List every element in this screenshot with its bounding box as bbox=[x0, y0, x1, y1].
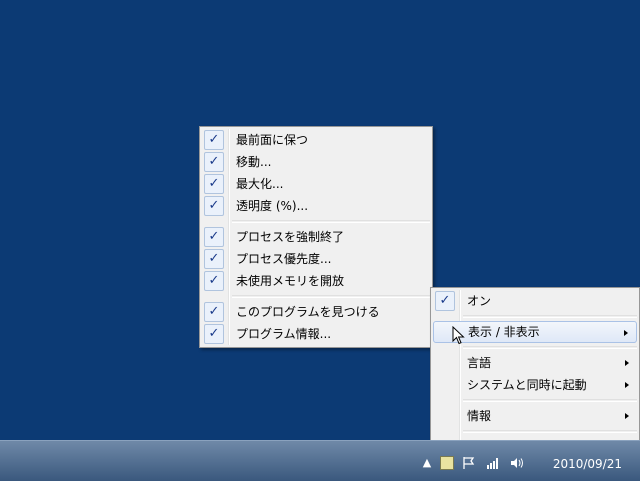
check-icon: ✓ bbox=[204, 271, 224, 291]
menu-item-find-program[interactable]: ✓ このプログラムを見つける bbox=[202, 301, 430, 323]
tray-menu-item-on[interactable]: ✓ オン bbox=[433, 290, 637, 312]
menu-item-maximize[interactable]: ✓ 最大化... bbox=[202, 173, 430, 195]
menu-item-label: 表示 / 非表示 bbox=[468, 325, 540, 339]
menu-item-label: 透明度 (%)... bbox=[236, 199, 309, 213]
menu-separator bbox=[232, 220, 430, 223]
check-icon: ✓ bbox=[435, 291, 455, 311]
menu-item-label: 最前面に保つ bbox=[236, 133, 309, 147]
menu-item-process-priority[interactable]: ✓ プロセス優先度... bbox=[202, 248, 430, 270]
action-center-flag-icon[interactable] bbox=[462, 456, 476, 470]
menu-separator bbox=[463, 399, 637, 402]
check-icon: ✓ bbox=[204, 130, 224, 150]
menu-item-label: 情報 bbox=[467, 409, 492, 423]
tray-menu-item-startup[interactable]: システムと同時に起動 bbox=[433, 374, 637, 396]
show-hidden-icon[interactable]: ▲ bbox=[420, 456, 434, 470]
menu-item-label: このプログラムを見つける bbox=[236, 305, 380, 319]
check-icon: ✓ bbox=[204, 196, 224, 216]
volume-icon[interactable] bbox=[510, 456, 524, 470]
menu-separator bbox=[232, 295, 430, 298]
menu-item-program-info[interactable]: ✓ プログラム情報... bbox=[202, 323, 430, 345]
check-icon: ✓ bbox=[204, 324, 224, 344]
submenu-arrow-icon bbox=[625, 413, 629, 419]
check-icon: ✓ bbox=[204, 152, 224, 172]
context-menu: ✓ 最前面に保つ ✓ 移動... ✓ 最大化... ✓ 透明度 (%)... ✓… bbox=[199, 126, 433, 348]
mouse-cursor-icon bbox=[452, 326, 465, 345]
menu-item-move[interactable]: ✓ 移動... bbox=[202, 151, 430, 173]
tray-menu-item-info[interactable]: 情報 bbox=[433, 405, 637, 427]
menu-item-label: 移動... bbox=[236, 155, 272, 169]
check-icon: ✓ bbox=[204, 249, 224, 269]
menu-item-label: プロセス優先度... bbox=[236, 252, 332, 266]
submenu-arrow-icon bbox=[624, 330, 628, 336]
menu-item-label: プログラム情報... bbox=[236, 327, 332, 341]
network-icon[interactable] bbox=[486, 456, 500, 470]
menu-item-label: 最大化... bbox=[236, 177, 284, 191]
check-icon: ✓ bbox=[204, 227, 224, 247]
menu-item-transparency[interactable]: ✓ 透明度 (%)... bbox=[202, 195, 430, 217]
menu-item-kill-process[interactable]: ✓ プロセスを強制終了 bbox=[202, 226, 430, 248]
menu-item-label: オン bbox=[467, 294, 492, 308]
menu-item-always-on-top[interactable]: ✓ 最前面に保つ bbox=[202, 129, 430, 151]
menu-item-label: 未使用メモリを開放 bbox=[236, 274, 345, 288]
app-tray-icon[interactable] bbox=[440, 456, 454, 470]
menu-item-label: プロセスを強制終了 bbox=[236, 230, 345, 244]
check-icon: ✓ bbox=[204, 174, 224, 194]
tray-menu-item-language[interactable]: 言語 bbox=[433, 352, 637, 374]
menu-item-label: 言語 bbox=[467, 356, 492, 370]
menu-separator bbox=[463, 315, 637, 318]
menu-separator bbox=[463, 346, 637, 349]
tray-menu: ✓ オン 表示 / 非表示 言語 システムと同時に起動 情報 終了 bbox=[430, 287, 640, 461]
menu-item-free-memory[interactable]: ✓ 未使用メモリを開放 bbox=[202, 270, 430, 292]
submenu-arrow-icon bbox=[625, 382, 629, 388]
clock-date[interactable]: 2010/09/21 bbox=[553, 457, 622, 471]
menu-item-label: システムと同時に起動 bbox=[467, 378, 587, 392]
menu-separator bbox=[463, 430, 637, 433]
check-icon: ✓ bbox=[204, 302, 224, 322]
submenu-arrow-icon bbox=[625, 360, 629, 366]
